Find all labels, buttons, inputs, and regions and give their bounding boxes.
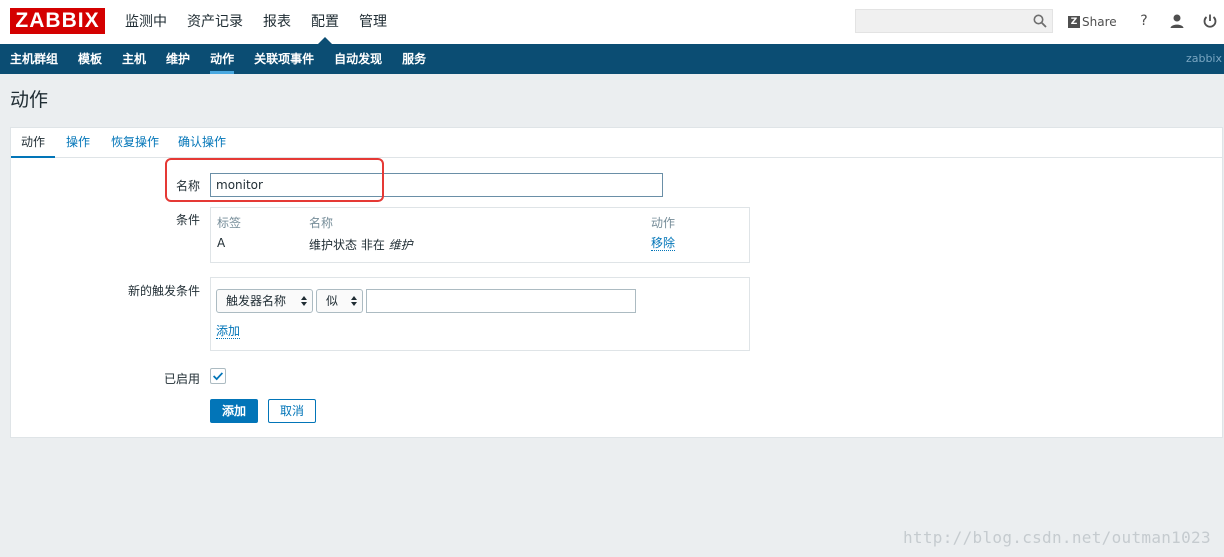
tab-operations[interactable]: 操作 bbox=[66, 128, 90, 156]
add-button[interactable]: 添加 bbox=[210, 399, 258, 423]
subnav-host-groups[interactable]: 主机群组 bbox=[0, 44, 68, 74]
checkmark-icon bbox=[213, 372, 224, 381]
subnav-correlation[interactable]: 关联项事件 bbox=[244, 44, 324, 74]
condition-operator-value: 似 bbox=[326, 294, 339, 308]
tab-action[interactable]: 动作 bbox=[11, 128, 56, 158]
main-nav-configuration[interactable]: 配置 bbox=[301, 0, 349, 44]
condition-tag: A bbox=[217, 236, 226, 250]
add-condition-link[interactable]: 添加 bbox=[216, 324, 241, 339]
help-icon[interactable]: ? bbox=[1135, 12, 1153, 30]
subnav-services[interactable]: 服务 bbox=[392, 44, 436, 74]
subnav-actions[interactable]: 动作 bbox=[200, 44, 244, 74]
main-nav: 监测中 资产记录 报表 配置 管理 bbox=[115, 0, 397, 44]
top-header: ZABBIX 监测中 资产记录 报表 配置 管理 Z Share ? bbox=[0, 0, 1224, 44]
select-arrows-icon bbox=[301, 296, 307, 306]
share-link[interactable]: Z Share bbox=[1068, 13, 1117, 31]
condition-name-value: 维护 bbox=[388, 238, 413, 252]
watermark: http://blog.csdn.net/outman1023 bbox=[903, 528, 1211, 547]
conditions-table: 标签 名称 动作 A 维护状态 非在 维护 移除 bbox=[210, 207, 750, 263]
remove-condition-link[interactable]: 移除 bbox=[651, 236, 676, 251]
col-header-action: 动作 bbox=[651, 216, 676, 230]
sub-nav: 主机群组 模板 主机 维护 动作 关联项事件 自动发现 服务 zabbix bbox=[0, 44, 1224, 74]
subnav-maintenance[interactable]: 维护 bbox=[156, 44, 200, 74]
zabbix-logo[interactable]: ZABBIX bbox=[10, 8, 105, 34]
enabled-label: 已启用 bbox=[163, 372, 200, 386]
condition-type-select[interactable]: 触发器名称 bbox=[216, 289, 313, 313]
conditions-label: 条件 bbox=[175, 213, 200, 227]
power-icon[interactable] bbox=[1201, 12, 1219, 30]
annotation-highlight bbox=[165, 158, 384, 202]
main-nav-inventory[interactable]: 资产记录 bbox=[177, 0, 253, 44]
col-header-tag: 标签 bbox=[217, 216, 242, 230]
select-arrows-icon bbox=[351, 296, 357, 306]
user-icon[interactable] bbox=[1168, 12, 1186, 30]
condition-operator-select[interactable]: 似 bbox=[316, 289, 363, 313]
condition-type-value: 触发器名称 bbox=[226, 294, 287, 308]
main-nav-reports[interactable]: 报表 bbox=[253, 0, 301, 44]
new-condition-box: 触发器名称 似 添加 bbox=[210, 277, 750, 351]
cancel-button[interactable]: 取消 bbox=[268, 399, 316, 423]
enabled-checkbox[interactable] bbox=[210, 368, 226, 384]
main-nav-monitoring[interactable]: 监测中 bbox=[115, 0, 177, 44]
condition-name-text: 维护状态 非在 bbox=[309, 238, 389, 252]
col-header-name: 名称 bbox=[309, 216, 334, 230]
condition-value-input[interactable] bbox=[366, 289, 636, 313]
subnav-discovery[interactable]: 自动发现 bbox=[324, 44, 392, 74]
share-label: Share bbox=[1082, 15, 1117, 29]
zabbix-share-icon: Z bbox=[1068, 16, 1080, 28]
page-title: 动作 bbox=[10, 89, 49, 111]
search-input[interactable] bbox=[855, 9, 1053, 33]
subnav-templates[interactable]: 模板 bbox=[68, 44, 112, 74]
condition-name: 维护状态 非在 维护 bbox=[309, 236, 413, 253]
main-nav-administration[interactable]: 管理 bbox=[349, 0, 397, 44]
form-tabs: 动作 操作 恢复操作 确认操作 bbox=[11, 128, 1222, 158]
search-icon[interactable] bbox=[1033, 14, 1047, 28]
tab-recovery-operations[interactable]: 恢复操作 bbox=[111, 128, 159, 156]
tab-acknowledge-operations[interactable]: 确认操作 bbox=[178, 128, 226, 156]
subnav-hosts[interactable]: 主机 bbox=[112, 44, 156, 74]
server-name: zabbix bbox=[1185, 52, 1222, 65]
new-condition-label: 新的触发条件 bbox=[127, 284, 200, 298]
